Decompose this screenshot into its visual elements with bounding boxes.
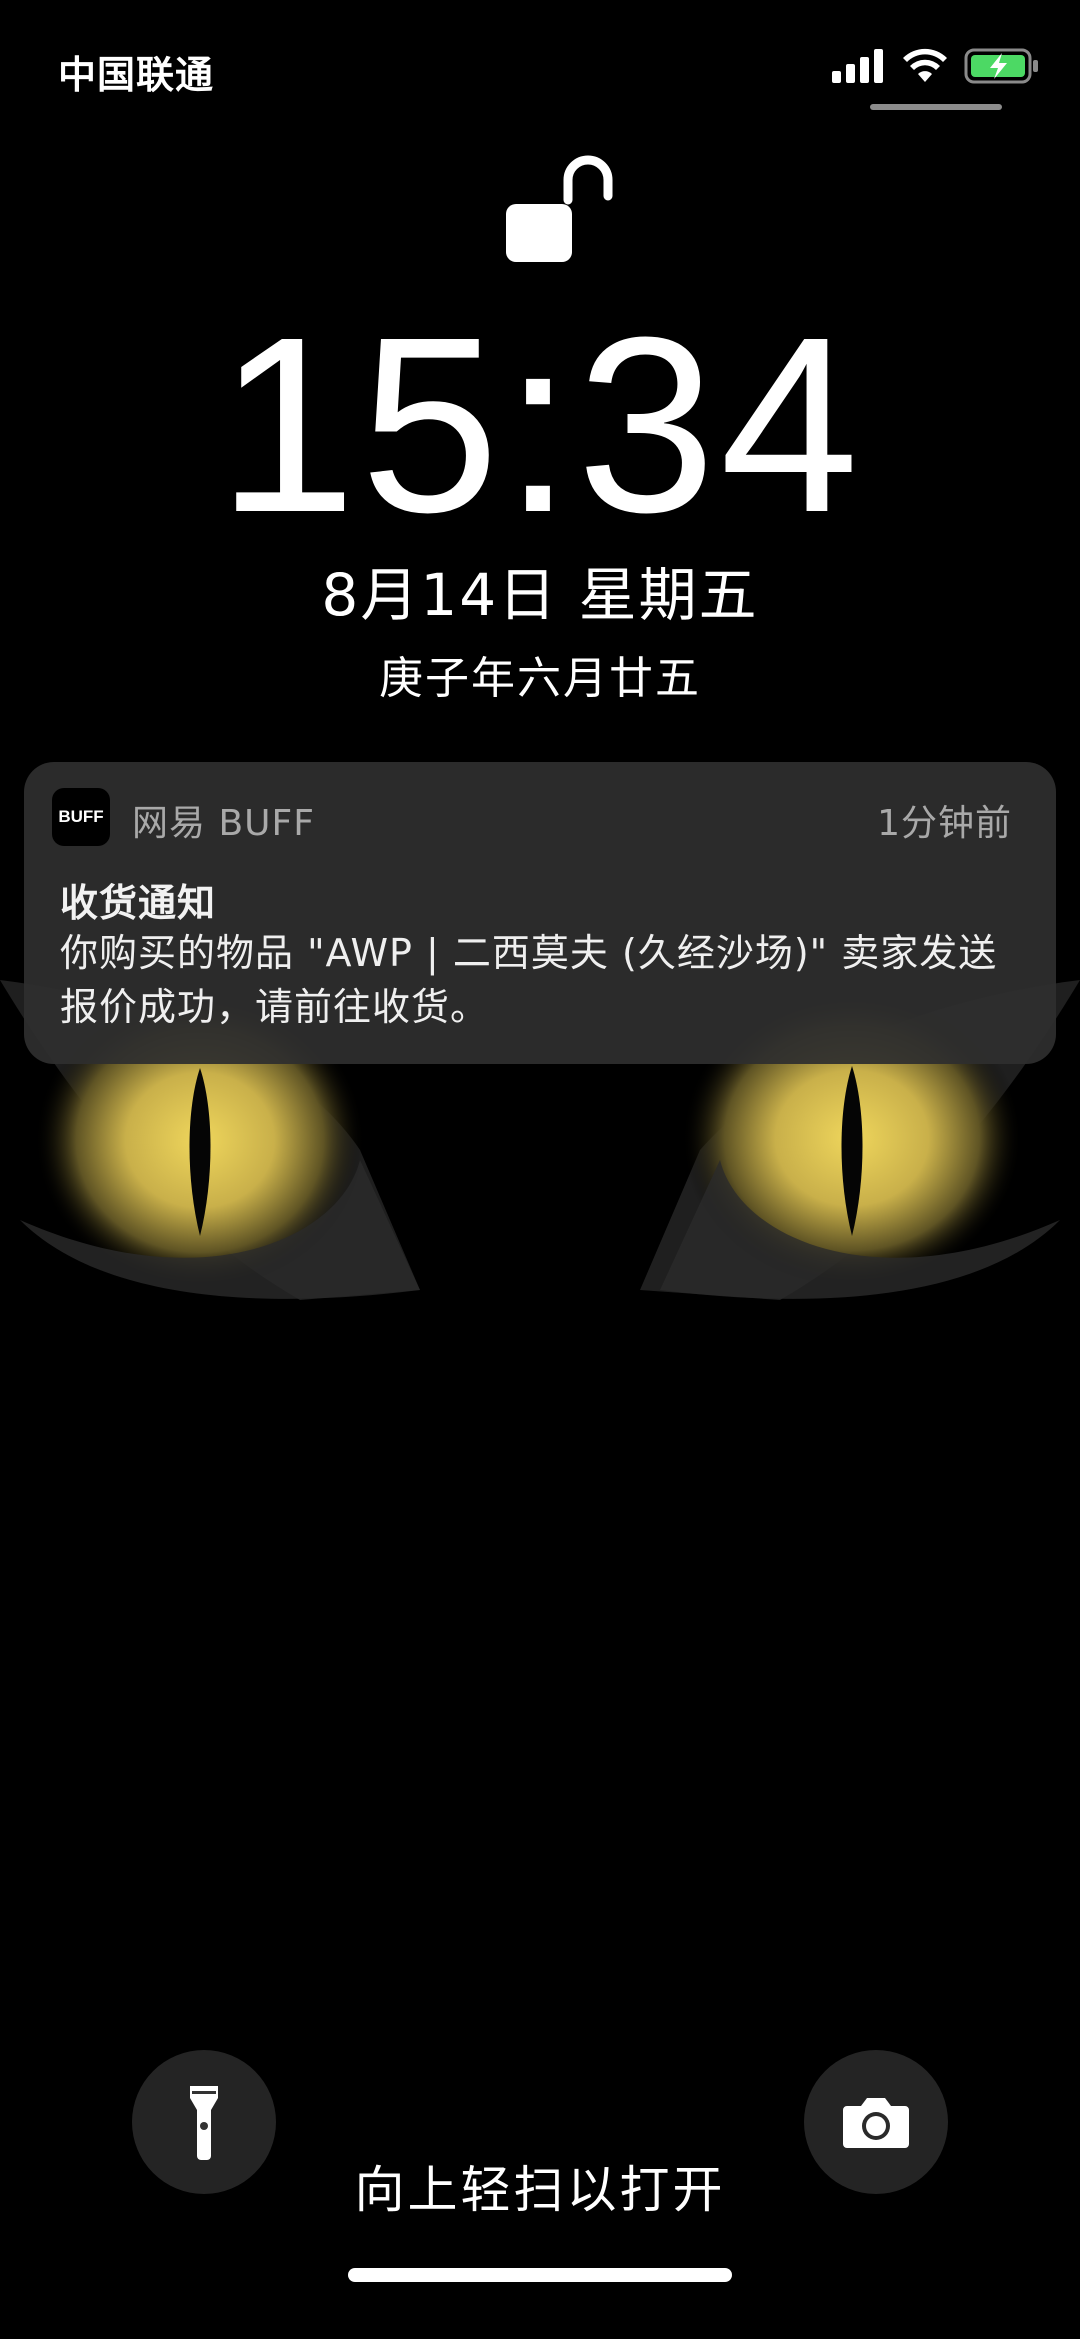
notification-card[interactable]: BUFF 网易 BUFF 1分钟前 收货通知 你购买的物品 "AWP | 二西莫…	[24, 762, 1056, 1064]
date-label: 8月14日 星期五	[321, 561, 759, 629]
notification-app-name: 网易 BUFF	[132, 803, 315, 844]
camera-icon	[843, 2098, 909, 2148]
lock-screen: 中国联通 15:34 8月14日 星期五 庚子年六月廿五 BUFF 网易 BUF…	[0, 0, 1080, 2339]
wifi-icon	[903, 48, 947, 82]
notification-time: 1分钟前	[877, 803, 1012, 844]
unlocked-padlock-icon	[506, 155, 613, 262]
notification-body: 你购买的物品 "AWP | 二西莫夫 (久经沙场)" 卖家发送报价成功，请前往收…	[60, 931, 998, 1029]
notification-title: 收货通知	[60, 881, 217, 925]
status-icons	[832, 44, 1040, 88]
control-center-indicator[interactable]	[870, 104, 1002, 110]
home-indicator[interactable]	[348, 2268, 732, 2282]
carrier-name: 中国联通	[58, 53, 215, 97]
battery-charging-icon	[964, 48, 1038, 84]
lunar-date-label: 庚子年六月廿五	[379, 653, 701, 704]
swipe-up-hint: 向上轻扫以打开	[354, 2161, 726, 2219]
buff-app-icon: BUFF	[52, 788, 110, 846]
app-icon-text: BUFF	[58, 807, 104, 826]
signal-icon	[832, 49, 883, 83]
clock-time: 15:34	[217, 285, 863, 564]
